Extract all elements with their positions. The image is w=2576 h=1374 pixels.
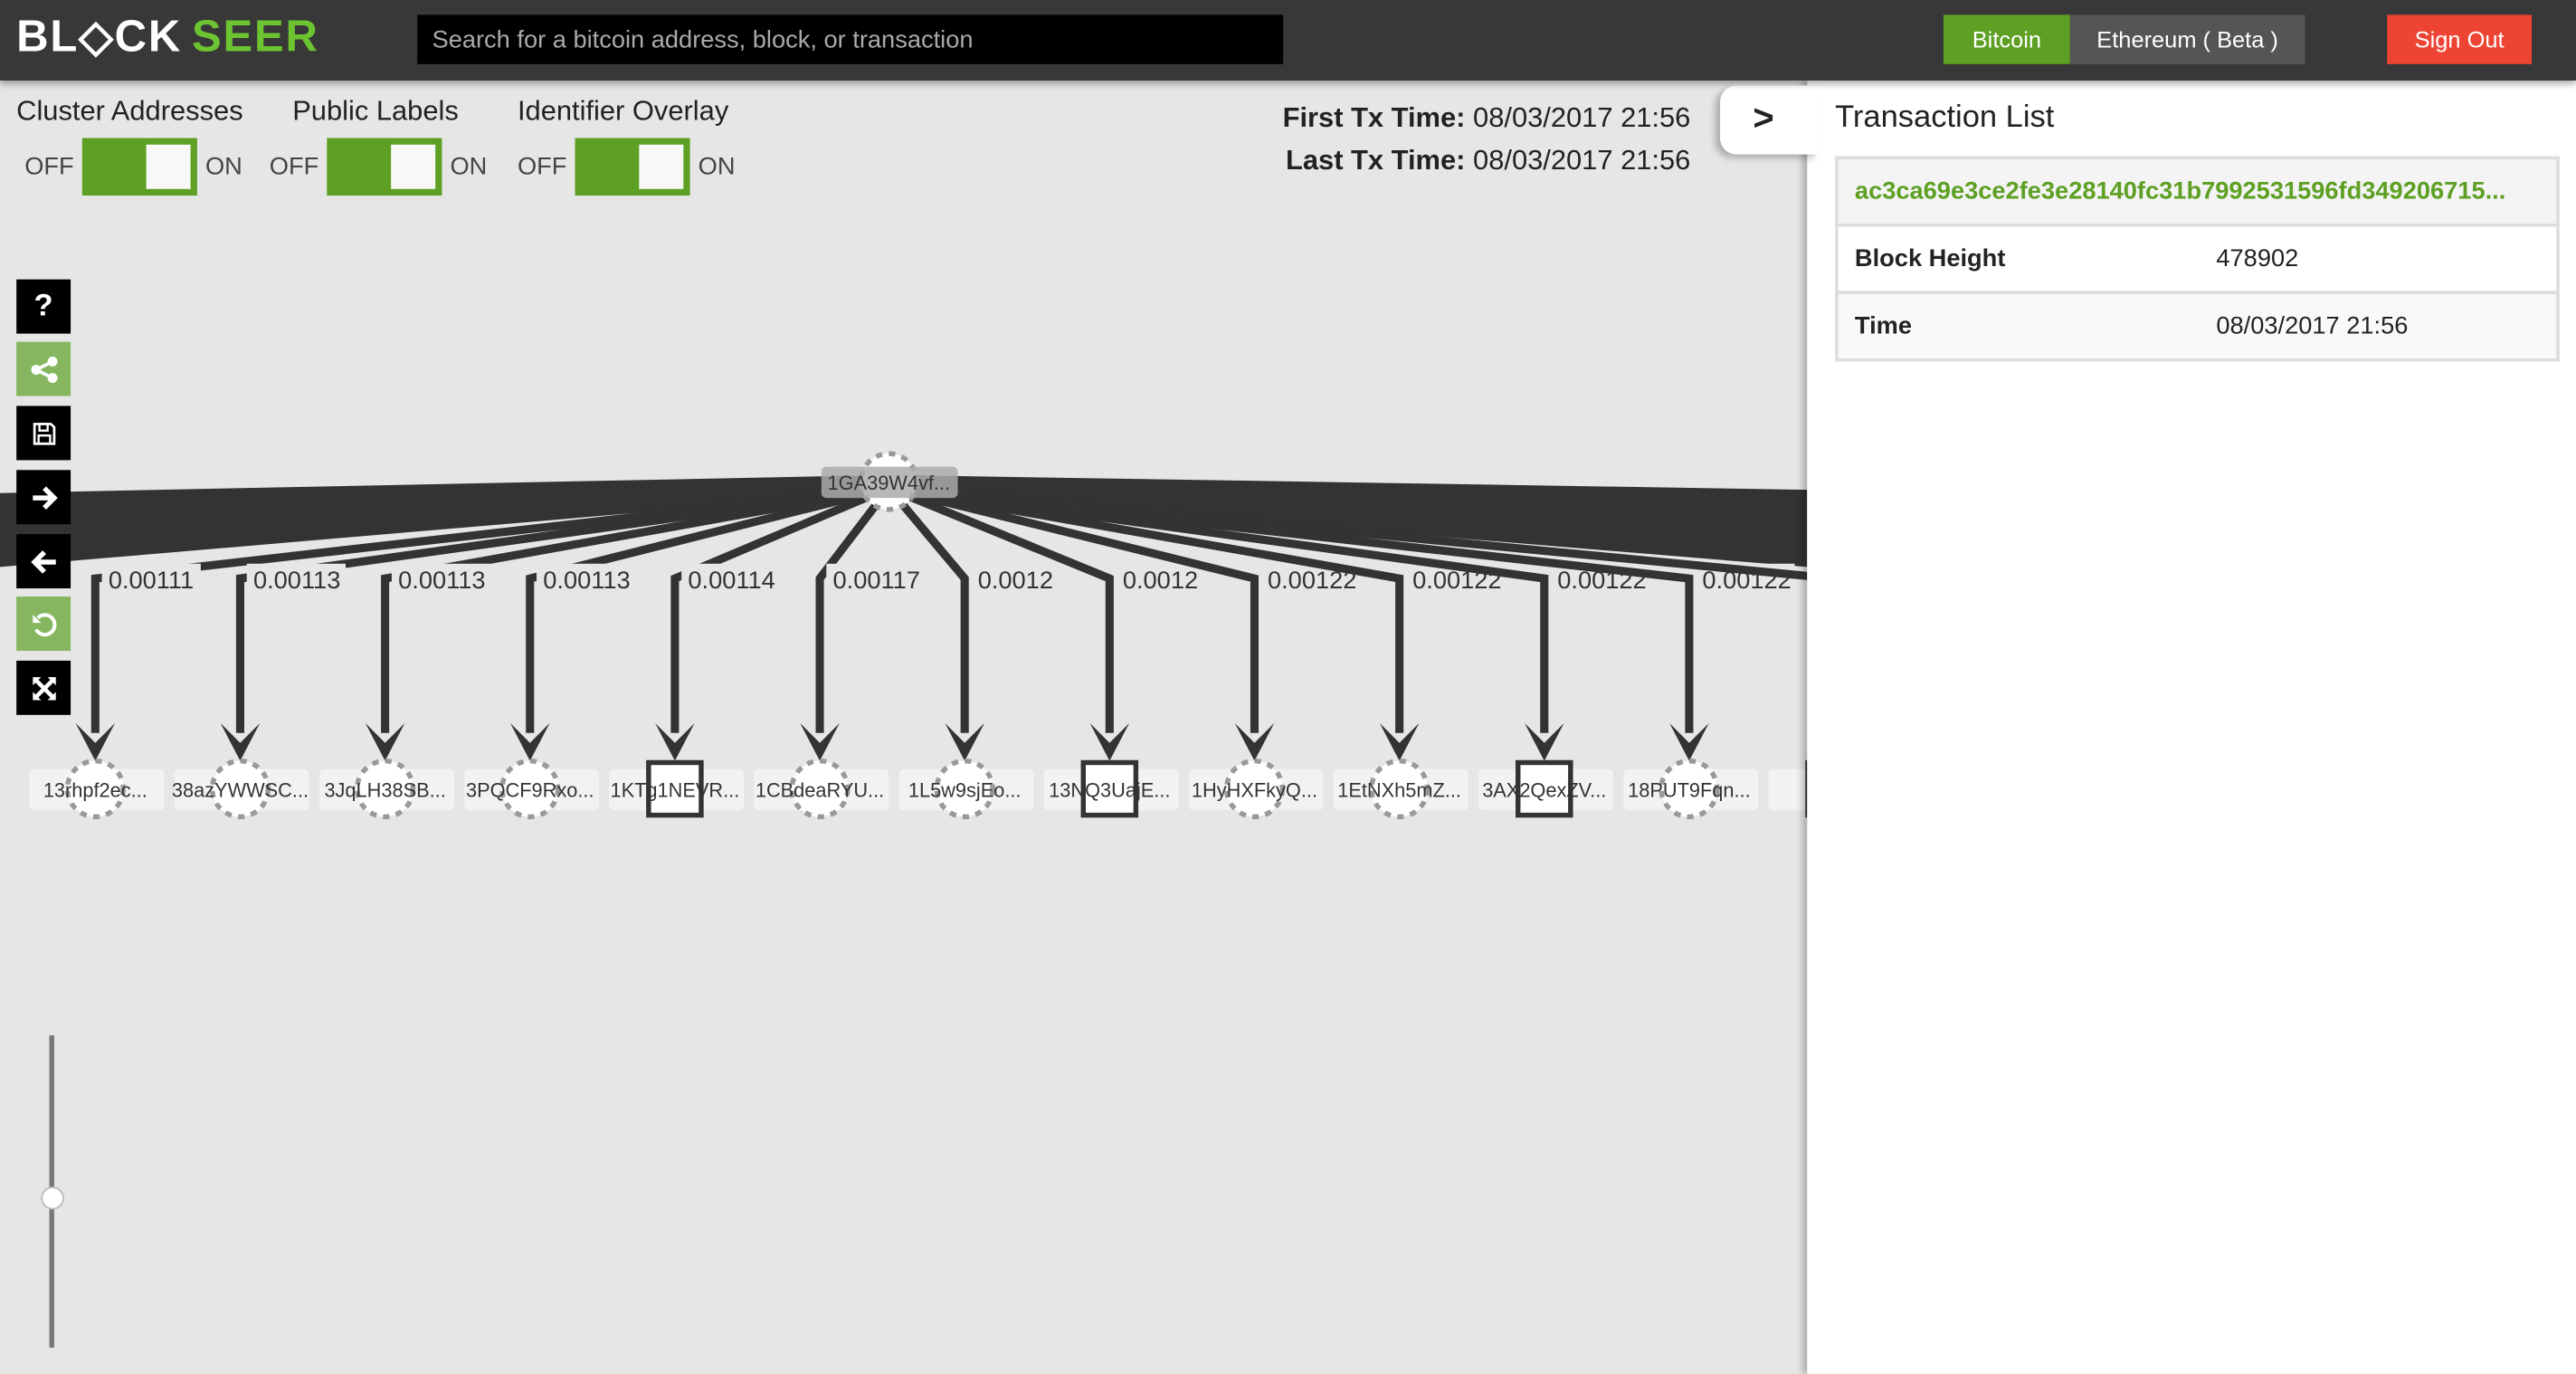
node-address-label: 18PUT9Fqn... [1628, 779, 1751, 802]
logo-part2: SEER [192, 11, 319, 62]
address-node[interactable]: 1Jt [1768, 759, 1808, 818]
on-label: ON [698, 152, 736, 181]
fullscreen-button[interactable] [16, 660, 71, 715]
toggle-label: Public Labels [292, 95, 459, 127]
graph-edge: 0.00117 [800, 485, 926, 761]
row-value: 08/03/2017 21:56 [2200, 291, 2559, 360]
switch-knob [146, 144, 191, 189]
on-label: ON [204, 152, 242, 181]
share-button[interactable] [16, 341, 71, 396]
tab-ethereum[interactable]: Ethereum ( Beta ) [2069, 14, 2305, 64]
row-label: Block Height [1836, 223, 2201, 293]
edge-amount-label: 0.00113 [543, 566, 630, 594]
on-label: ON [450, 152, 488, 181]
toggle-identifier-overlay: Identifier Overlay OFF ON [517, 95, 736, 196]
node-address-label: 38azYWWSC... [172, 779, 309, 802]
undo-button[interactable] [16, 596, 71, 652]
off-label: OFF [24, 152, 74, 181]
zoom-slider-handle[interactable] [41, 1186, 64, 1210]
tab-bitcoin[interactable]: Bitcoin [1943, 14, 2070, 64]
toggle-cluster-addresses: Cluster Addresses OFF ON [16, 95, 243, 196]
last-tx-label: Last Tx Time: [1286, 144, 1466, 177]
row-label: Time [1836, 291, 2201, 360]
edge-amount-label: 0.00111 [109, 566, 194, 594]
edge-amount-label: 0.00117 [833, 566, 920, 594]
address-node[interactable]: 13NQ3UajE... [1043, 759, 1179, 818]
node-address-label: 1CBdeaRYU... [756, 779, 884, 802]
node-address-label: 1EtNXh5mZ... [1337, 779, 1461, 802]
tx-hash-link[interactable]: ac3ca69e3ce2fe3e28140fc31b7992531596fd34… [1836, 156, 2559, 225]
graph-edge: 0.0012 [885, 485, 1057, 761]
edge-amount-label: 0.0012 [978, 566, 1053, 594]
expand-forward-button[interactable] [16, 470, 71, 525]
panel-collapse-toggle[interactable]: > [1720, 85, 1819, 155]
edge-amount-label: 0.00113 [398, 566, 485, 594]
off-label: OFF [517, 152, 567, 181]
switch-knob [391, 144, 436, 189]
address-node[interactable]: 3PQCF9Rxo... [464, 758, 600, 820]
first-tx-label: First Tx Time: [1282, 101, 1466, 134]
help-button[interactable]: ? [16, 279, 71, 334]
node-address-label: 1HyHXFkyQ... [1192, 779, 1317, 802]
edge-line [815, 485, 892, 733]
transaction-graph[interactable]: 0.00111 13rhpf2ec... 0.00113 38azYWWSC... 0.… [0, 0, 1808, 1374]
panel-title: Transaction List [1835, 100, 2055, 135]
undo-icon [32, 612, 56, 636]
blockseer-logo[interactable]: BL◇CK SEER [16, 12, 319, 62]
logo-part1: BL◇CK [16, 11, 183, 62]
node-address-label: 13rhpf2ec... [43, 779, 147, 802]
cluster-addresses-switch[interactable] [81, 138, 197, 196]
address-node[interactable]: 38azYWWSC... [172, 758, 309, 820]
address-node[interactable]: 1HyHXFkyQ... [1188, 758, 1324, 820]
table-row: Time 08/03/2017 21:56 [1836, 291, 2559, 360]
expand-back-button[interactable] [16, 534, 71, 589]
edge-line [885, 485, 969, 733]
transaction-table: ac3ca69e3ce2fe3e28140fc31b7992531596fd34… [1835, 156, 2560, 362]
row-value: 478902 [2200, 223, 2559, 293]
address-node[interactable]: 3AX2QexZV... [1478, 759, 1614, 818]
node-label-bg [1768, 768, 1808, 811]
identifier-overlay-switch[interactable] [575, 138, 690, 196]
last-tx-value: 08/03/2017 21:56 [1473, 144, 1691, 177]
address-node[interactable]: 1KTg1NEVR... [609, 759, 745, 818]
arrow-left-icon [30, 549, 55, 573]
address-node[interactable]: 1CBdeaRYU... [754, 758, 889, 820]
source-address-label: 1GA39W4vf... [828, 472, 950, 494]
node-address-label: 1KTg1NEVR... [611, 779, 740, 802]
address-node[interactable]: 3JqLH38SB... [318, 758, 454, 820]
share-icon [30, 356, 57, 383]
first-tx-value: 08/03/2017 21:56 [1473, 101, 1691, 134]
zoom-slider[interactable] [41, 1035, 64, 1348]
edge-amount-label: 0.0012 [1123, 566, 1198, 594]
edge-amount-label: 0.00114 [688, 566, 775, 594]
help-icon: ? [33, 288, 53, 323]
address-node[interactable]: 13rhpf2ec... [29, 758, 165, 820]
edge-amount-label: 0.00113 [253, 566, 340, 594]
search-input[interactable] [417, 14, 1284, 64]
toggle-public-labels: Public Labels OFF ON [270, 95, 487, 196]
arrow-right-icon [32, 485, 57, 510]
node-address-label: 1L5w9sjEo... [908, 779, 1022, 802]
sign-out-button[interactable]: Sign Out [2387, 14, 2532, 64]
address-node[interactable]: 18PUT9Fqn... [1623, 758, 1759, 820]
node-address-label: 3PQCF9Rxo... [466, 779, 594, 802]
public-labels-switch[interactable] [327, 138, 442, 196]
table-row: Block Height 478902 [1836, 223, 2559, 293]
toggle-label: Cluster Addresses [16, 95, 243, 127]
tx-times: First Tx Time: 08/03/2017 21:56 Last Tx … [1283, 97, 1691, 182]
node-address-label: 13NQ3UajE... [1049, 779, 1170, 802]
top-header: BL◇CKSEER Bitcoin Ethereum ( Beta ) Sign… [0, 0, 2576, 81]
transaction-list-panel: Transaction List ac3ca69e3ce2fe3e28140fc… [1807, 80, 2576, 1374]
switch-knob [639, 144, 684, 189]
save-icon [32, 422, 55, 444]
off-label: OFF [269, 152, 319, 181]
save-button[interactable] [16, 406, 71, 461]
toggle-label: Identifier Overlay [517, 95, 729, 127]
node-address-label: 3JqLH38SB... [324, 779, 445, 802]
fullscreen-icon [32, 676, 55, 700]
node-address-label: 3AX2QexZV... [1482, 779, 1606, 802]
address-node[interactable]: 1EtNXh5mZ... [1333, 758, 1469, 820]
address-node[interactable]: 1L5w9sjEo... [898, 758, 1034, 820]
